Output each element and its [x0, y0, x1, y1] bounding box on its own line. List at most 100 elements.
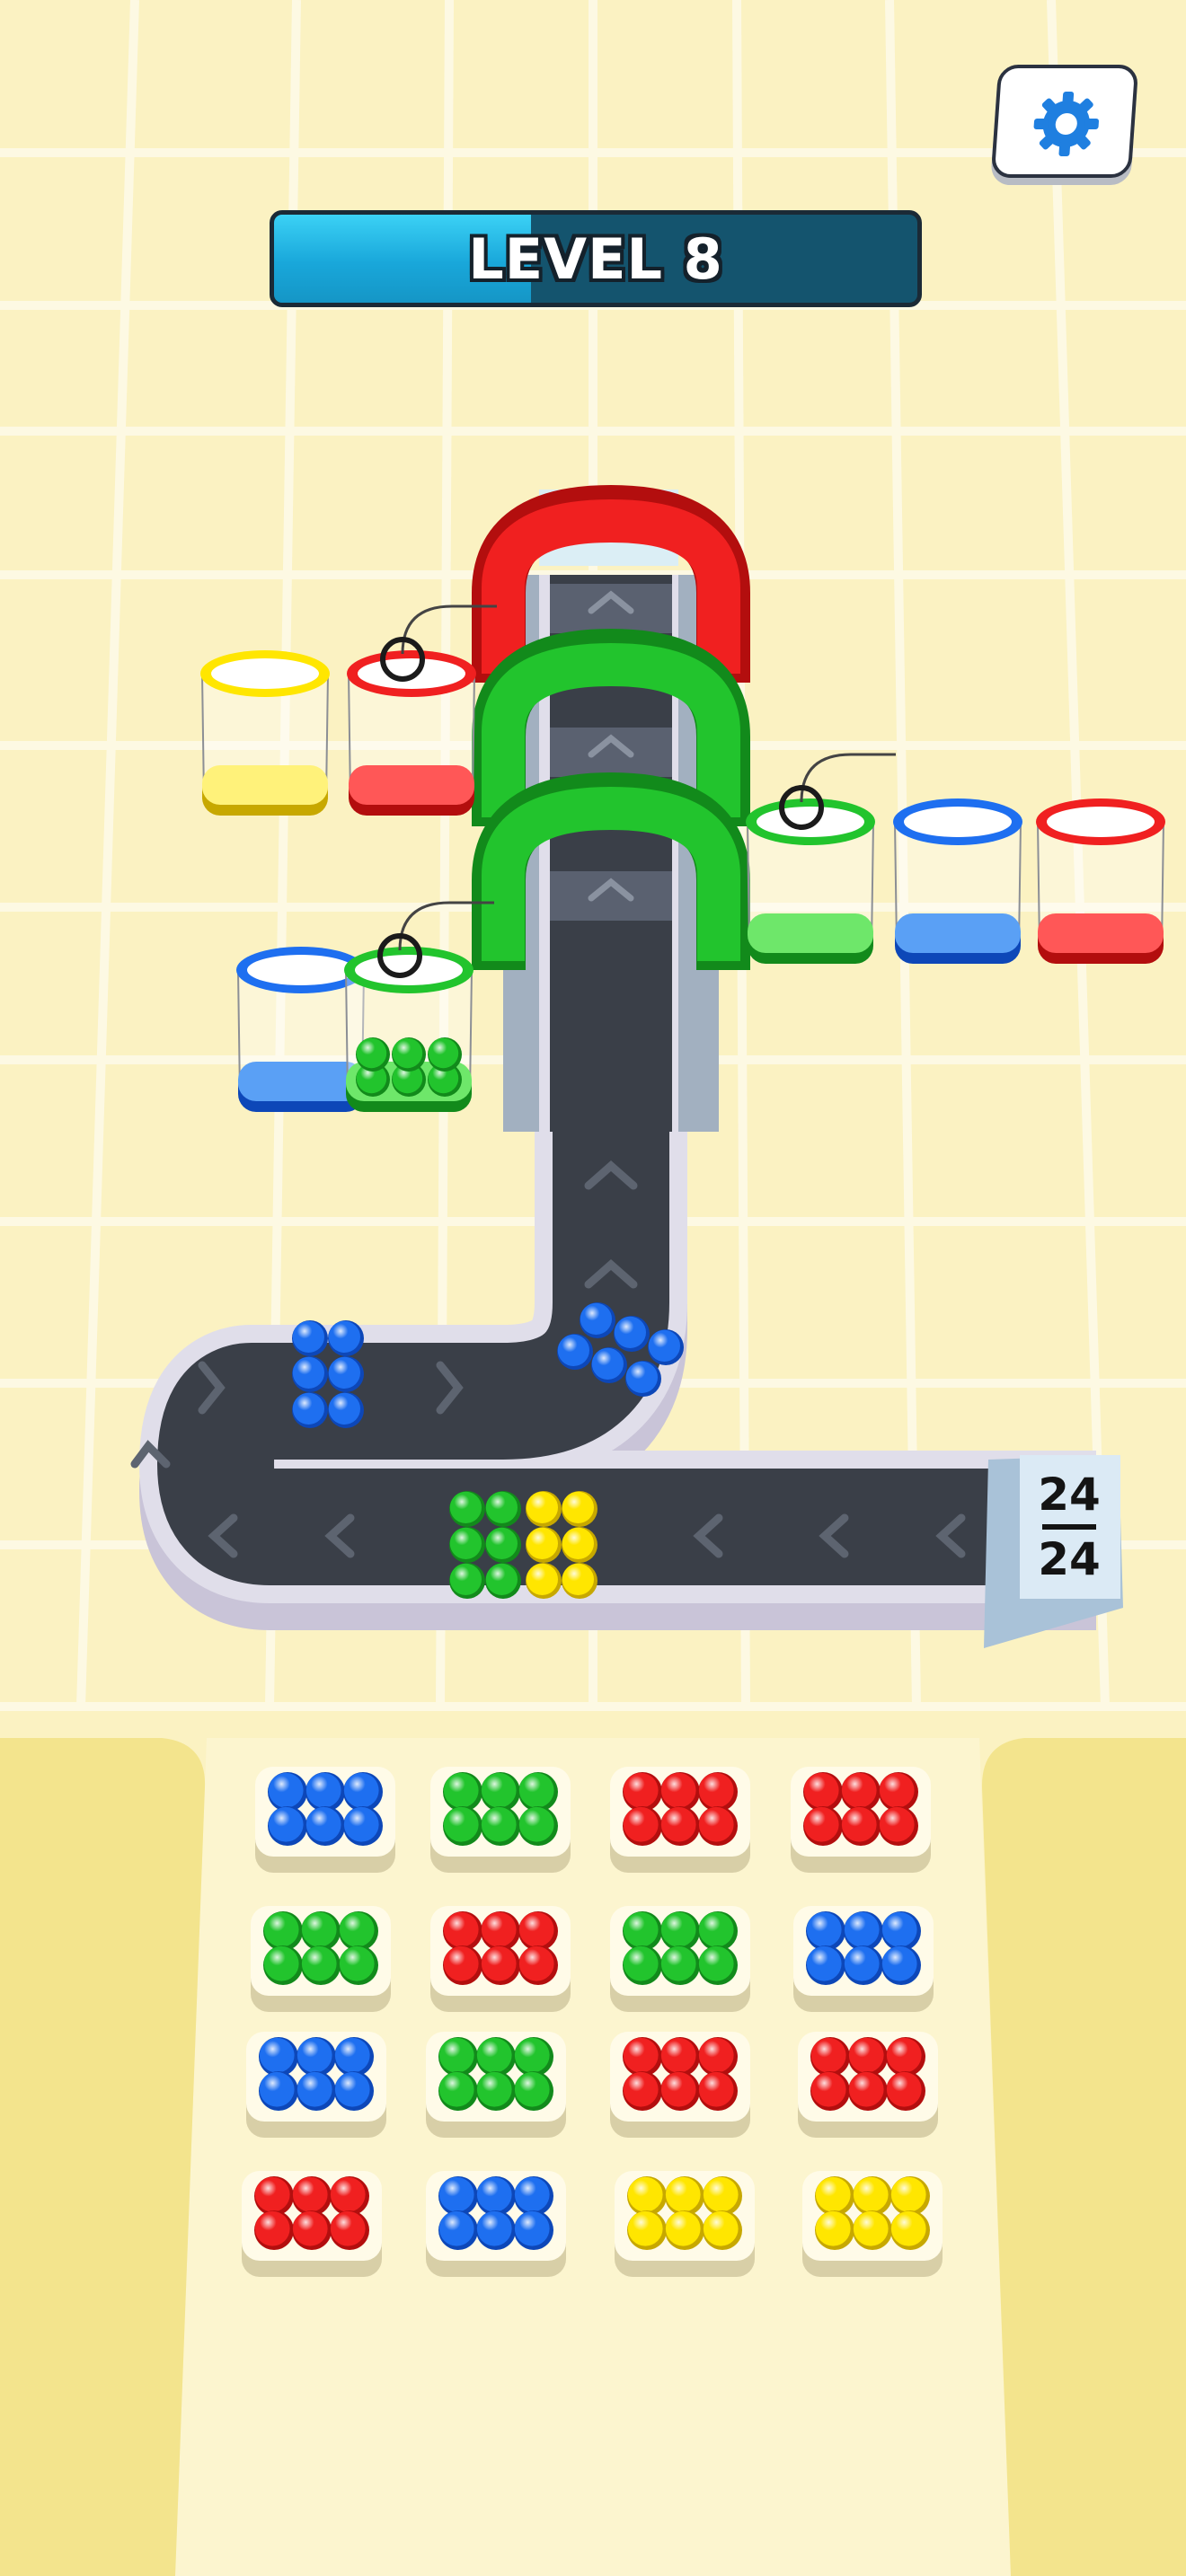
tray-ball — [301, 1945, 341, 1985]
belt-ball — [562, 1527, 597, 1563]
tray-green[interactable] — [610, 1906, 750, 2012]
tray-blue[interactable] — [255, 1767, 395, 1873]
tray-green[interactable] — [251, 1906, 391, 2012]
tray-ball — [815, 2210, 854, 2250]
tray-ball — [443, 1772, 482, 1812]
level-progress-bar: LEVEL 8 — [270, 210, 922, 307]
tray-ball — [844, 1945, 883, 1985]
tray-ball — [259, 2071, 298, 2111]
tray-blue[interactable] — [246, 2032, 386, 2138]
tray-ball — [292, 2176, 332, 2216]
tray-ball — [698, 1806, 738, 1846]
tray-ball — [305, 1772, 345, 1812]
tray-ball — [259, 2037, 298, 2077]
tray-blue[interactable] — [426, 2171, 566, 2277]
tray-red[interactable] — [791, 1767, 931, 1873]
tray-ball — [844, 1911, 883, 1951]
tray-ball — [841, 1772, 881, 1812]
tray-ball — [886, 2071, 925, 2111]
belt-ball — [328, 1356, 364, 1392]
tray-ball — [476, 2176, 516, 2216]
sorting-cup-red[interactable] — [1036, 798, 1165, 964]
tray-ball — [514, 2176, 553, 2216]
tray-ball — [623, 1945, 662, 1985]
tray-ball — [339, 1911, 378, 1951]
cup-ball — [356, 1037, 390, 1072]
tray-ball — [853, 2176, 892, 2216]
tray-red[interactable] — [242, 2171, 382, 2277]
tray-ball — [334, 2037, 374, 2077]
tray-ball — [330, 2176, 369, 2216]
tray-ball — [343, 1806, 383, 1846]
tray-ball — [518, 1806, 558, 1846]
tray-ball — [263, 1945, 303, 1985]
tray-ball — [330, 2210, 369, 2250]
tray-ball — [806, 1911, 845, 1951]
tray-ball — [623, 1806, 662, 1846]
belt-ball — [485, 1563, 521, 1599]
tray-ball — [879, 1806, 918, 1846]
belt-ball — [328, 1320, 364, 1356]
cup-ball — [392, 1037, 426, 1072]
belt-ball — [580, 1302, 615, 1338]
tray-ball — [481, 1945, 520, 1985]
sorting-cup-blue[interactable] — [893, 798, 1022, 964]
counter-denominator: 24 — [1038, 1533, 1101, 1585]
tray-ball — [438, 2071, 478, 2111]
tray-ball — [810, 2071, 850, 2111]
tray-red[interactable] — [610, 1767, 750, 1873]
tray-ball — [703, 2210, 742, 2250]
tray-ball — [890, 2176, 930, 2216]
tray-ball — [481, 1911, 520, 1951]
tray-ball — [881, 1945, 921, 1985]
tray-ball — [514, 2037, 553, 2077]
counter-numerator: 24 — [1038, 1469, 1101, 1521]
belt-ball — [526, 1527, 562, 1563]
game-scene — [0, 0, 1186, 2576]
tray-ball — [438, 2037, 478, 2077]
tray-ball — [305, 1806, 345, 1846]
tray-ball — [803, 1806, 843, 1846]
tray-ball — [660, 1945, 700, 1985]
tray-green[interactable] — [430, 1767, 571, 1873]
tray-ball — [476, 2210, 516, 2250]
tray-ball — [292, 2210, 332, 2250]
tray-ball — [438, 2210, 478, 2250]
tray-ball — [660, 1806, 700, 1846]
belt-ball — [557, 1334, 593, 1370]
tray-ball — [623, 2037, 662, 2077]
tray-yellow[interactable] — [802, 2171, 943, 2277]
gear-icon — [1033, 92, 1100, 156]
tray-ball — [623, 1911, 662, 1951]
tray-ball — [698, 1772, 738, 1812]
tray-ball — [660, 2071, 700, 2111]
right-wall — [981, 1738, 1186, 2576]
settings-button[interactable] — [990, 65, 1139, 178]
tray-ball — [254, 2210, 294, 2250]
tray-ball — [623, 1772, 662, 1812]
tray-ball — [301, 1911, 341, 1951]
tray-ball — [890, 2210, 930, 2250]
belt-ball — [485, 1491, 521, 1527]
belt-ball — [292, 1392, 328, 1428]
cup-ball — [428, 1037, 462, 1072]
sorting-cup-yellow[interactable] — [200, 650, 330, 816]
tray-ball — [806, 1945, 845, 1985]
tray-ball — [443, 1911, 482, 1951]
ball-counter: 24 24 — [1020, 1455, 1119, 1599]
tray-ball — [481, 1806, 520, 1846]
tray-red[interactable] — [610, 2032, 750, 2138]
tray-green[interactable] — [426, 2032, 566, 2138]
belt-ball — [449, 1563, 485, 1599]
tray-ball — [438, 2176, 478, 2216]
tray-blue[interactable] — [793, 1906, 934, 2012]
tray-ball — [881, 1911, 921, 1951]
tray-red[interactable] — [430, 1906, 571, 2012]
tray-ball — [514, 2210, 553, 2250]
tray-yellow[interactable] — [615, 2171, 755, 2277]
tray-ball — [514, 2071, 553, 2111]
belt-ball — [449, 1491, 485, 1527]
belt-ball — [292, 1320, 328, 1356]
tray-ball — [841, 1806, 881, 1846]
tray-red[interactable] — [798, 2032, 938, 2138]
